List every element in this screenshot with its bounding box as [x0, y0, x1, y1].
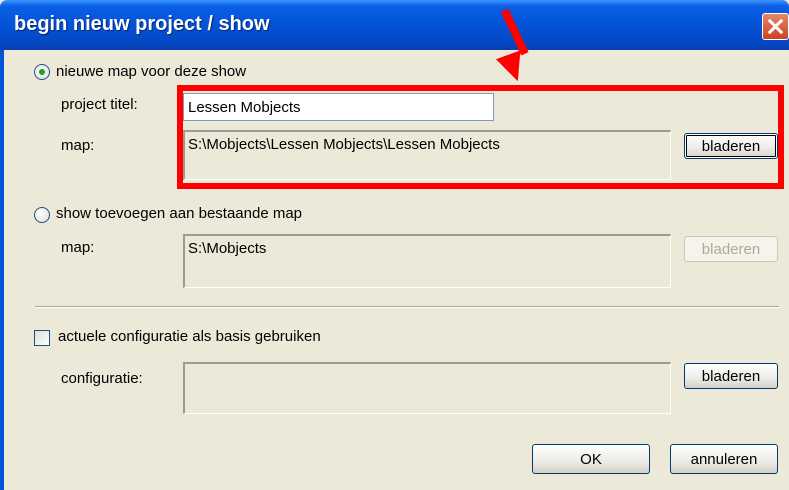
existing-folder-browse-button[interactable]: bladeren — [684, 236, 778, 262]
new-folder-label[interactable]: nieuwe map voor deze show — [56, 63, 246, 80]
window-title: begin nieuw project / show — [14, 13, 270, 35]
use-configuration-label[interactable]: actuele configuratie als basis gebruiken — [58, 328, 321, 345]
project-title-label: project titel: — [61, 96, 138, 113]
highlight-box — [177, 85, 784, 189]
window-frame-left — [0, 50, 4, 490]
ok-button[interactable]: OK — [532, 444, 650, 474]
cancel-button[interactable]: annuleren — [670, 444, 778, 474]
existing-folder-radio[interactable] — [34, 207, 50, 223]
use-configuration-checkbox[interactable] — [34, 330, 50, 346]
existing-folder-map-label: map: — [61, 239, 95, 256]
annotation-arrow-icon — [495, 50, 531, 86]
configuration-label: configuratie: — [61, 370, 143, 387]
new-folder-radio[interactable] — [34, 64, 50, 80]
new-folder-map-label: map: — [61, 137, 95, 154]
existing-folder-map-field: S:\Mobjects — [183, 234, 671, 288]
existing-folder-label[interactable]: show toevoegen aan bestaande map — [56, 205, 302, 222]
separator — [35, 306, 779, 308]
title-bar: begin nieuw project / show — [0, 0, 789, 50]
configuration-field — [183, 362, 671, 414]
configuration-browse-button[interactable]: bladeren — [684, 363, 778, 389]
close-icon[interactable] — [762, 13, 789, 40]
